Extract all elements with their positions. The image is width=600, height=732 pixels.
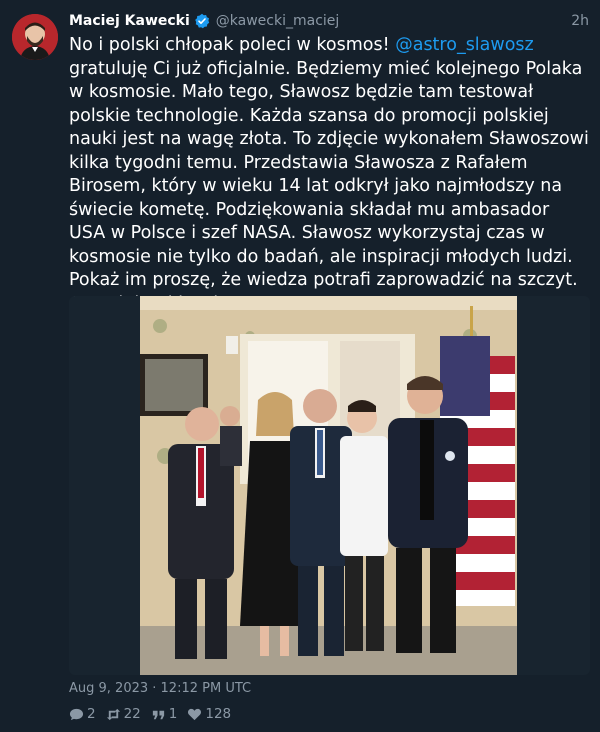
like-count: 128	[205, 706, 232, 722]
retweet-icon	[106, 708, 120, 720]
retweet-count: 22	[123, 706, 141, 722]
verified-badge-icon	[194, 13, 210, 29]
tweet-text: No i polski chłopak poleci w kosmos! @as…	[69, 34, 589, 316]
reply-count: 2	[87, 706, 96, 722]
reply-button[interactable]: 2	[69, 706, 96, 722]
author-handle[interactable]: @kawecki_maciej	[216, 13, 340, 29]
quote-icon	[152, 710, 164, 719]
quote-count: 1	[168, 706, 178, 722]
tweet-media	[69, 296, 590, 675]
tweet-date[interactable]: Aug 9, 2023 · 12:12 PM UTC	[69, 681, 251, 696]
author-name[interactable]: Maciej Kawecki	[69, 13, 190, 29]
tweet-actions: 2 22 1 128	[69, 706, 241, 722]
mention-link[interactable]: @astro_slawosz	[395, 35, 534, 55]
tweet-photo[interactable]	[140, 296, 517, 675]
reply-icon	[69, 708, 84, 720]
like-button[interactable]: 128	[187, 706, 231, 722]
retweet-button[interactable]: 22	[106, 706, 141, 722]
timestamp-relative[interactable]: 2h	[571, 13, 589, 29]
avatar[interactable]	[12, 14, 58, 60]
quote-button[interactable]: 1	[151, 706, 178, 722]
tweet-header: Maciej Kawecki @kawecki_maciej 2h	[69, 11, 589, 31]
like-icon	[188, 708, 202, 720]
avatar-image	[12, 14, 58, 60]
tweet-text-intro: No i polski chłopak poleci w kosmos!	[69, 35, 396, 55]
tweet-text-body: gratuluję Ci już oficjalnie. Będziemy mi…	[69, 58, 589, 314]
